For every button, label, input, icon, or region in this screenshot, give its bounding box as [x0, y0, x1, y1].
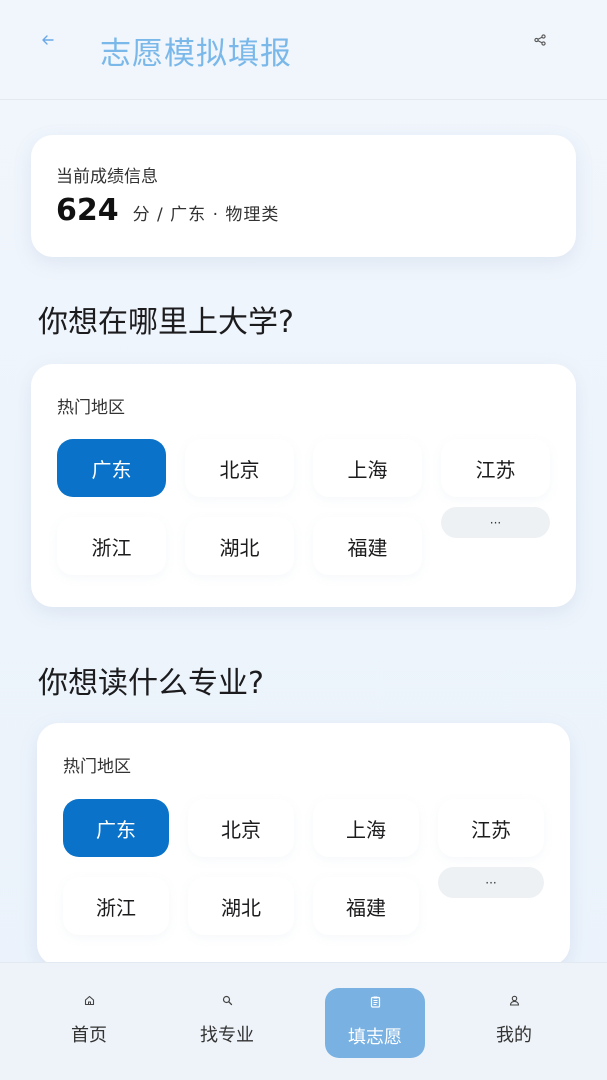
region-chip[interactable]: 浙江	[63, 877, 169, 935]
search-icon	[220, 993, 234, 1007]
tab-find-major[interactable]: 找专业	[190, 993, 264, 1053]
bottom-tab-bar: 首页 找专业 填志愿 我的	[0, 962, 607, 1080]
region-chip[interactable]: 浙江	[57, 517, 166, 575]
score-detail: 分 / 广东 · 物理类	[132, 205, 280, 225]
section-title-location: 你想在哪里上大学?	[38, 305, 294, 340]
score-line: 624 分 / 广东 · 物理类	[56, 193, 279, 228]
home-icon	[82, 993, 96, 1007]
region-chip[interactable]: 上海	[313, 799, 419, 857]
more-regions-button[interactable]: ···	[441, 507, 550, 538]
region-card-label: 热门地区	[57, 398, 125, 418]
tab-label: 找专业	[200, 1025, 254, 1046]
region-chip[interactable]: 广东	[57, 439, 166, 497]
user-icon	[507, 993, 521, 1007]
tab-mine[interactable]: 我的	[485, 993, 543, 1053]
score-value: 624	[56, 193, 119, 228]
tab-fill-application[interactable]: 填志愿	[325, 988, 425, 1058]
app-header: 志愿模拟填报	[0, 0, 607, 100]
region-card-label: 热门地区	[63, 757, 131, 777]
region-card-location: 热门地区 广东 北京 上海 江苏浙江 湖北 福建 ···	[31, 364, 576, 607]
region-chip[interactable]: 湖北	[188, 877, 294, 935]
region-chip[interactable]: 广东	[63, 799, 169, 857]
region-chip[interactable]: 福建	[313, 877, 419, 935]
back-arrow-icon[interactable]	[38, 30, 58, 50]
score-card: 当前成绩信息 624 分 / 广东 · 物理类	[31, 135, 576, 257]
share-icon[interactable]	[530, 30, 550, 50]
region-chip[interactable]: 江苏	[441, 439, 550, 497]
region-chip[interactable]: 上海	[313, 439, 422, 497]
more-regions-button[interactable]: ···	[438, 867, 544, 898]
tab-label: 首页	[71, 1025, 107, 1046]
region-chip[interactable]: 福建	[313, 517, 422, 575]
tab-label: 填志愿	[348, 1027, 402, 1048]
score-label: 当前成绩信息	[56, 167, 158, 187]
tab-label: 我的	[496, 1025, 532, 1046]
region-chip[interactable]: 湖北	[185, 517, 294, 575]
page-title: 志愿模拟填报	[100, 36, 292, 72]
clipboard-icon	[368, 995, 382, 1009]
region-chip[interactable]: 江苏	[438, 799, 544, 857]
region-chip[interactable]: 北京	[185, 439, 294, 497]
section-title-major: 你想读什么专业?	[38, 666, 264, 701]
region-card-major: 热门地区 广东 北京 上海 江苏浙江 湖北 福建 ···	[37, 723, 570, 966]
region-chip[interactable]: 北京	[188, 799, 294, 857]
tab-home[interactable]: 首页	[58, 993, 120, 1053]
